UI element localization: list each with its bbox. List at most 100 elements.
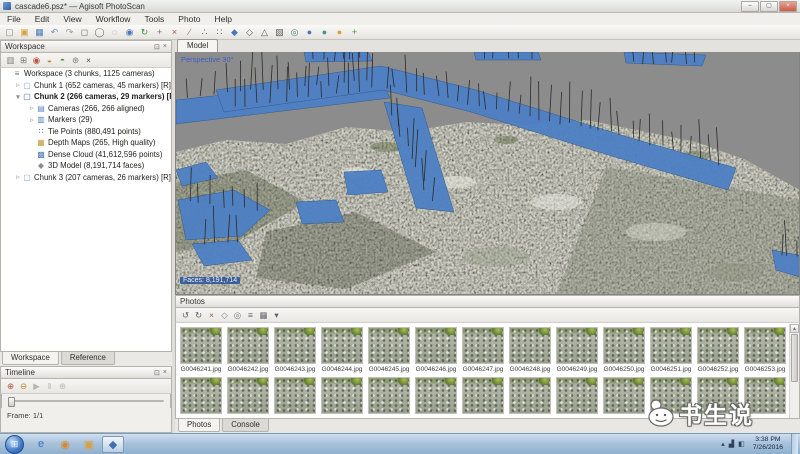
hidden-icons-icon[interactable]: ▴	[721, 440, 725, 448]
timeline-slider[interactable]	[8, 400, 164, 402]
menu-item[interactable]: File	[0, 13, 28, 25]
workspace-tree[interactable]: ≡ Workspace (3 chunks, 1125 cameras) ▹ ▢…	[0, 68, 172, 352]
tree-row[interactable]: ▹ ▢ Chunk 3 (207 cameras, 26 markers) [R…	[1, 172, 171, 184]
photo-thumbnail[interactable]: G0046246.jpg	[415, 327, 457, 373]
explorer-icon[interactable]: ▣	[78, 436, 100, 453]
photo-thumbnail[interactable]	[462, 377, 504, 414]
photo-thumbnail[interactable]	[509, 377, 551, 414]
photo-thumbnail[interactable]	[415, 377, 457, 414]
redo-icon[interactable]: ↷	[62, 26, 77, 39]
tree-row[interactable]: ▹ ▥ Markers (29)	[1, 114, 171, 126]
photo-thumbnail[interactable]: G0046248.jpg	[509, 327, 551, 373]
photoscan-task-button[interactable]: ◆	[102, 436, 124, 453]
tree-expander-icon[interactable]: ▹	[14, 173, 22, 181]
scroll-up-icon[interactable]: ▲	[790, 324, 799, 333]
zoom-icon[interactable]: ◎	[231, 309, 244, 321]
volume-icon[interactable]: ◧	[738, 440, 745, 448]
photo-thumbnail[interactable]: G0046247.jpg	[462, 327, 504, 373]
remove-photo-icon[interactable]: ×	[205, 309, 218, 321]
photo-thumbnail[interactable]: G0046249.jpg	[556, 327, 598, 373]
rotate-right-icon[interactable]: ↻	[192, 309, 205, 321]
tree-row[interactable]: ◆ 3D Model (8,191,714 faces)	[1, 160, 171, 172]
undo-icon[interactable]: ↶	[47, 26, 62, 39]
tree-row[interactable]: ▾ ▢ Chunk 2 (266 cameras, 29 markers) [R…	[1, 91, 171, 103]
ortho-icon[interactable]: ●	[332, 26, 347, 39]
photo-thumbnail[interactable]: G0046241.jpg	[180, 327, 222, 373]
close-button[interactable]: ×	[779, 1, 797, 12]
pause-icon[interactable]: ‖	[43, 380, 56, 392]
photo-thumbnail[interactable]	[321, 377, 363, 414]
start-button[interactable]: ⊞	[5, 435, 24, 454]
photos-scrollbar[interactable]: ▲	[789, 324, 799, 418]
photo-thumbnail[interactable]: G0046245.jpg	[368, 327, 410, 373]
textured-icon[interactable]: ▧	[272, 26, 287, 39]
tree-row[interactable]: ▹ ▤ Cameras (266, 266 aligned)	[1, 103, 171, 115]
photo-thumbnail[interactable]	[697, 377, 739, 414]
open-icon[interactable]: ▣	[17, 26, 32, 39]
show-desktop-button[interactable]	[791, 434, 798, 454]
tab-console[interactable]: Console	[222, 419, 269, 432]
rotate-left-icon[interactable]: ↺	[179, 309, 192, 321]
menu-item[interactable]: Photo	[171, 13, 207, 25]
tree-row[interactable]: ▩ Dense Cloud (41,612,596 points)	[1, 149, 171, 161]
menu-item[interactable]: Tools	[137, 13, 171, 25]
tree-row[interactable]: ▦ Depth Maps (265, High quality)	[1, 137, 171, 149]
new-icon[interactable]: ▢	[2, 26, 17, 39]
navigation-icon[interactable]: ◉	[122, 26, 137, 39]
tree-row[interactable]: ≡ Workspace (3 chunks, 1125 cameras)	[1, 68, 171, 80]
add-photos-icon[interactable]: ⊞	[17, 54, 30, 66]
tab-photos[interactable]: Photos	[178, 419, 220, 432]
photo-thumbnail[interactable]: G0046250.jpg	[603, 327, 645, 373]
icons-view-icon[interactable]: ▦	[257, 309, 270, 321]
timeline-slider-handle[interactable]	[8, 397, 15, 407]
details-view-icon[interactable]: ≡	[244, 309, 257, 321]
dem-icon[interactable]: ●	[317, 26, 332, 39]
model-viewport[interactable]: Perspective 30° Faces: 8,191,714	[175, 52, 800, 295]
add-chunk-icon[interactable]: ▥	[4, 54, 17, 66]
classify-points-icon[interactable]: ●	[302, 26, 317, 39]
tab-workspace[interactable]: Workspace	[2, 352, 59, 365]
photo-thumbnail[interactable]	[744, 377, 786, 414]
maximize-button[interactable]: ▢	[760, 1, 778, 12]
menu-item[interactable]: View	[56, 13, 88, 25]
rectangle-selection-icon[interactable]: ◻	[77, 26, 92, 39]
ie-icon[interactable]: e	[30, 436, 52, 453]
media-player-icon[interactable]: ◉	[54, 436, 76, 453]
view-mode-dropdown-icon[interactable]: ▾	[270, 309, 283, 321]
settings-icon[interactable]: ⊛	[69, 54, 82, 66]
remove-frame-icon[interactable]: ⊖	[17, 380, 30, 392]
remove-icon[interactable]: ×	[82, 54, 95, 66]
move-object-icon[interactable]: +	[152, 26, 167, 39]
circle-selection-icon[interactable]: ◯	[92, 26, 107, 39]
float-panel-icon[interactable]: ⊡	[154, 369, 160, 377]
tree-expander-icon[interactable]: ▹	[28, 104, 36, 112]
menu-item[interactable]: Workflow	[89, 13, 138, 25]
tree-row[interactable]: ∷ Tie Points (880,491 points)	[1, 126, 171, 138]
photo-thumbnail[interactable]	[368, 377, 410, 414]
update-icon[interactable]: +	[347, 26, 362, 39]
export-icon[interactable]: ◓	[56, 54, 69, 66]
photo-thumbnail[interactable]	[603, 377, 645, 414]
menu-item[interactable]: Edit	[28, 13, 57, 25]
float-panel-icon[interactable]: ⊡	[154, 43, 160, 51]
photo-thumbnail[interactable]: G0046243.jpg	[274, 327, 316, 373]
mesh-solid-icon[interactable]: ◇	[242, 26, 257, 39]
tray-clock[interactable]: 3:38 PM 7/26/2016	[749, 436, 787, 453]
network-icon[interactable]: ▟	[729, 440, 734, 448]
tab-model[interactable]: Model	[177, 39, 218, 52]
delete-selection-icon[interactable]: ×	[167, 26, 182, 39]
minimize-button[interactable]: –	[741, 1, 759, 12]
tree-expander-icon[interactable]: ▹	[28, 116, 36, 124]
photo-thumbnail[interactable]: G0046253.jpg	[744, 327, 786, 373]
photo-thumbnail[interactable]: G0046242.jpg	[227, 327, 269, 373]
close-panel-icon[interactable]: ×	[163, 43, 167, 51]
freeform-selection-icon[interactable]: ◌	[107, 26, 122, 39]
ruler-icon[interactable]: ∕	[182, 26, 197, 39]
photo-thumbnail[interactable]: G0046252.jpg	[697, 327, 739, 373]
title-bar[interactable]: cascade6.psz* — Agisoft PhotoScan – ▢ ×	[0, 0, 800, 13]
show-cameras-icon[interactable]: ◎	[287, 26, 302, 39]
rotate-object-icon[interactable]: ↻	[137, 26, 152, 39]
play-icon[interactable]: ▶	[30, 380, 43, 392]
scrollbar-thumb[interactable]	[791, 334, 798, 382]
dense-cloud-icon[interactable]: ∷	[212, 26, 227, 39]
